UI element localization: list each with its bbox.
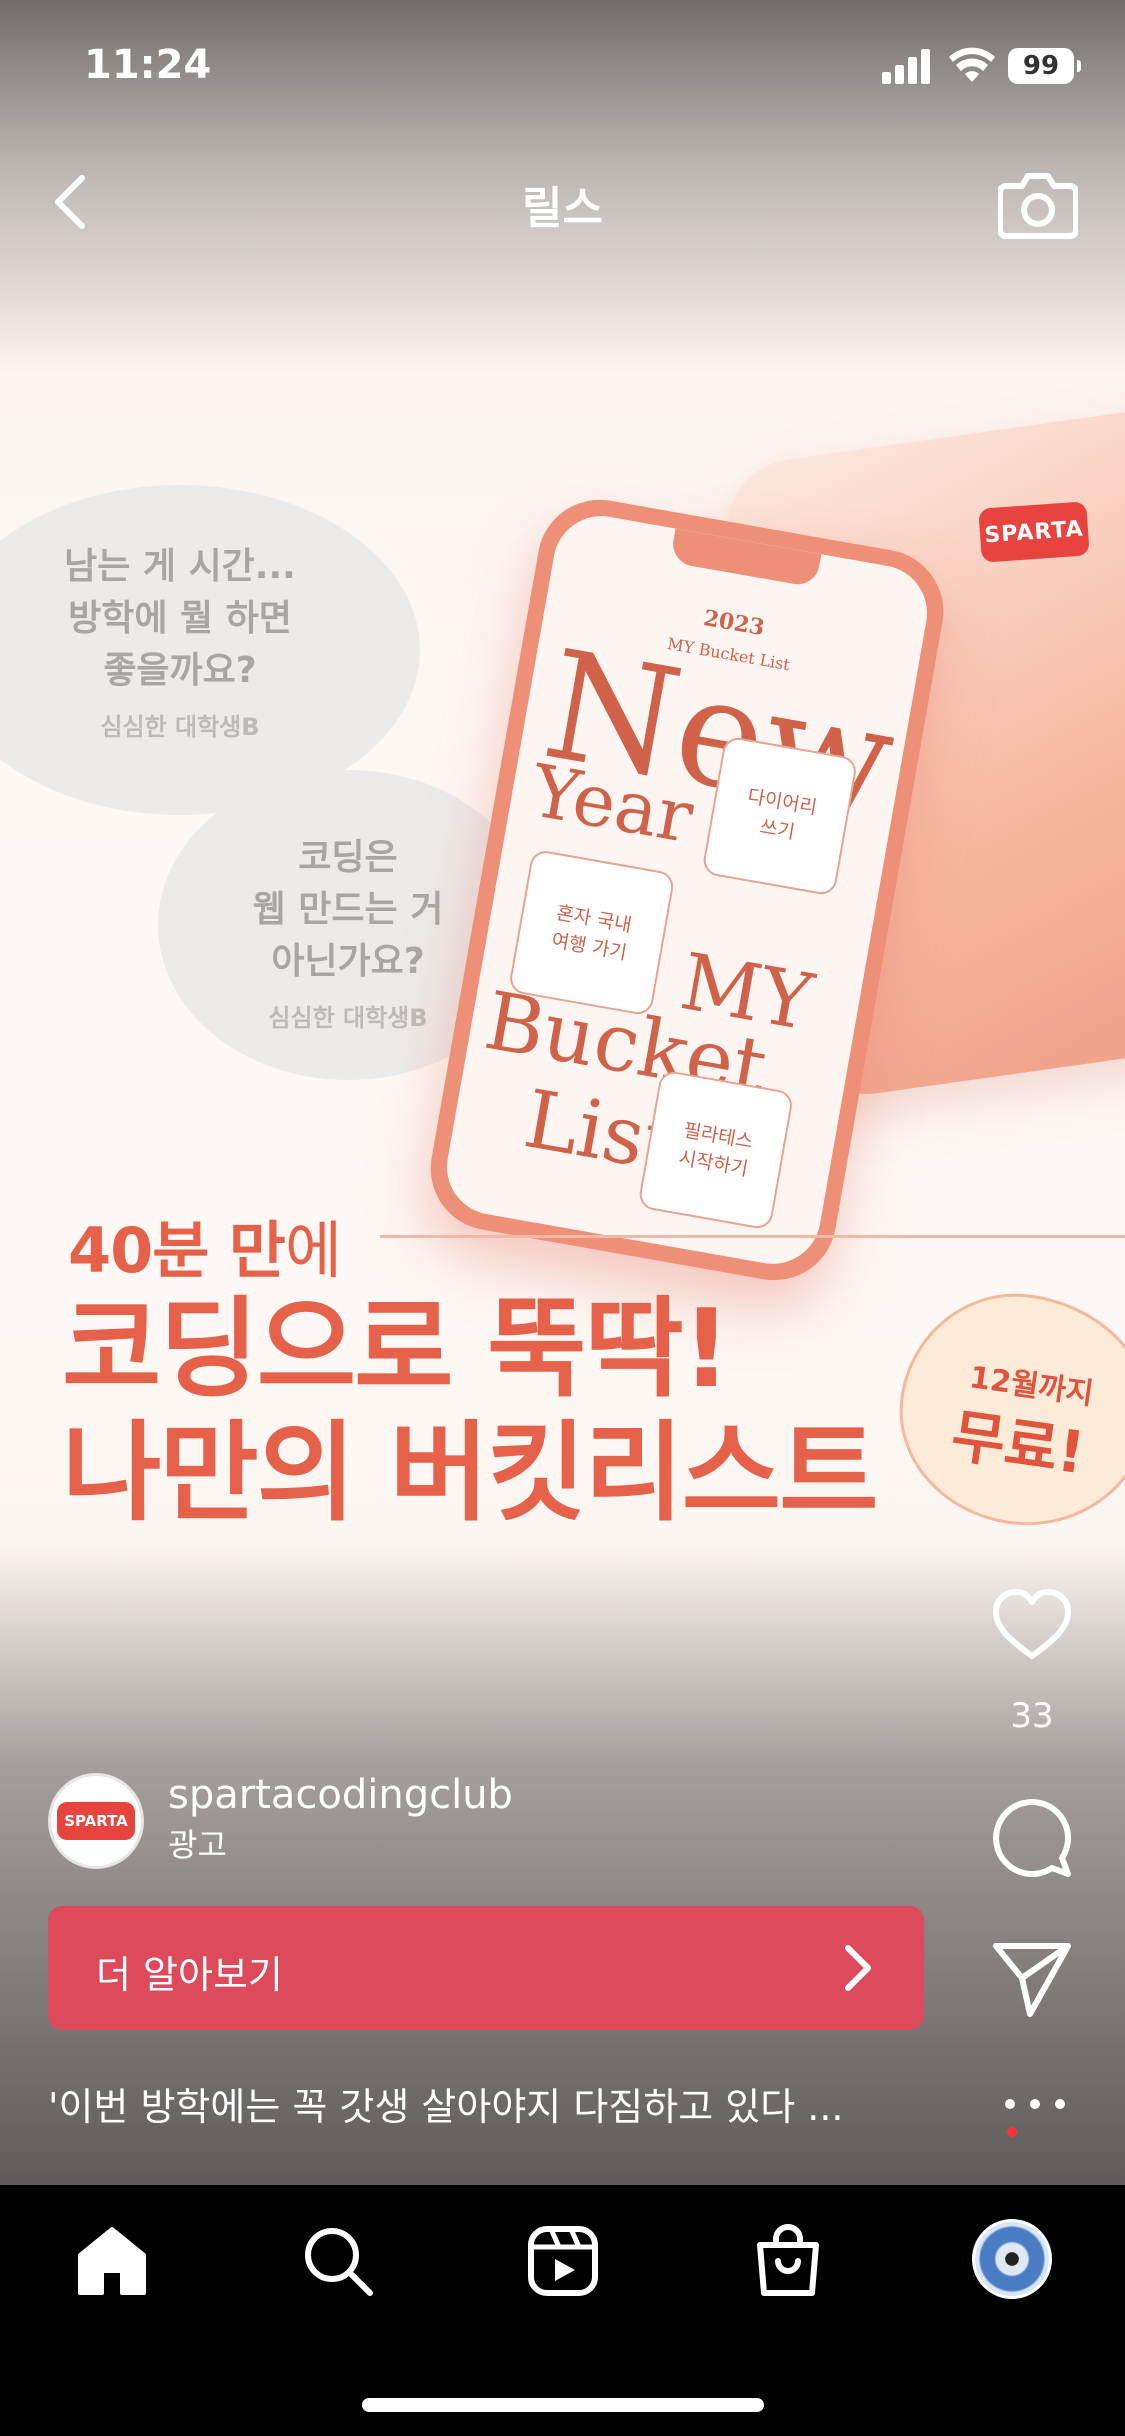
account-avatar[interactable]: SPARTA [48,1773,144,1869]
account-name[interactable]: spartacodingclub [168,1772,513,1818]
chevron-right-icon [845,1945,871,1991]
headline-time-rest: 에 [284,1214,342,1287]
bucket-card-diary: 다이어리 쓰기 [701,735,859,897]
home-icon[interactable] [74,2223,150,2299]
notification-dot [1007,2127,1017,2137]
sparta-logo: SPARTA [978,501,1090,563]
comment-icon[interactable] [990,1796,1074,1880]
post-caption[interactable]: '이번 방학에는 꼭 갓생 살아야지 다짐하고 있다 ... [48,2076,948,2131]
status-icons: 99 [878,46,1081,86]
free-until-badge: 12월까지 무료! [885,1278,1125,1542]
like-count: 33 [1010,1696,1054,1736]
profile-avatar[interactable] [972,2219,1052,2299]
heart-icon[interactable] [990,1584,1074,1668]
shop-icon[interactable] [750,2223,826,2299]
sponsored-label: 광고 [168,1826,227,1864]
headline-time: 40분 만에 [68,1200,342,1290]
camera-icon[interactable] [998,168,1078,240]
speech-bubble-1: 남는 게 시간... 방학에 뭘 하면 좋을까요? 심심한 대학생B [0,485,420,815]
phone-notch [669,528,822,588]
home-indicator[interactable] [362,2398,764,2412]
reels-icon[interactable] [525,2223,601,2299]
phone-mockup: 2023 MY Bucket List New Year MY Bucket L… [420,490,954,1290]
headline-divider [380,1235,1125,1238]
headline-line-1: 코딩으로 뚝딱! [62,1287,731,1412]
status-time: 11:24 [84,42,212,88]
bubble-question: 남는 게 시간... 방학에 뭘 하면 좋을까요? [64,546,296,691]
battery-icon: 99 [1008,48,1081,84]
avatar-logo: SPARTA [57,1802,135,1840]
more-options-icon[interactable] [1005,2086,1065,2122]
cellular-signal-icon [882,49,930,84]
headline-line-2: 나만의 버킷리스트 [62,1411,878,1536]
bucket-card-travel: 혼자 국내 여행 가기 [507,848,676,1017]
send-icon[interactable] [990,1936,1074,2020]
search-icon[interactable] [300,2223,376,2299]
headline-time-bold: 40분 만 [68,1214,286,1287]
learn-more-label: 더 알아보기 [96,1953,283,1997]
wifi-icon [949,47,995,82]
bubble-author: 심심한 대학생B [100,713,260,741]
phone-screen: 2023 MY Bucket List New Year MY Bucket L… [439,508,935,1272]
bucket-card-pilates: 필라테스 시작하기 [637,1069,795,1231]
back-arrow-icon[interactable] [48,174,92,230]
learn-more-button[interactable]: 더 알아보기 [48,1906,924,2030]
